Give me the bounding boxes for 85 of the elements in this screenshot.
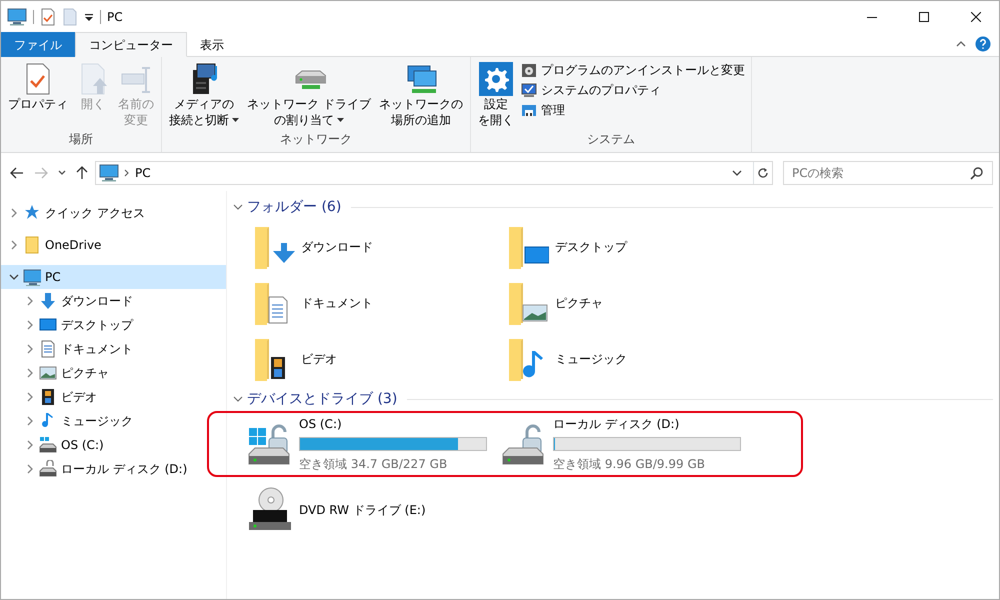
tree-item[interactable]: ビデオ <box>1 385 226 409</box>
back-arrow-icon <box>10 167 24 179</box>
tree-item[interactable]: ミュージック <box>1 409 226 433</box>
chevron-right-icon[interactable] <box>9 240 19 250</box>
chevron-right-icon[interactable] <box>25 416 35 426</box>
tree-item[interactable]: ピクチャ <box>1 361 226 385</box>
document-icon <box>39 340 57 358</box>
up-arrow-icon <box>76 166 88 180</box>
ribbon-tab[interactable]: コンピューター <box>75 32 187 57</box>
drive-name: ローカル ディスク (D:) <box>553 416 680 433</box>
section-header[interactable]: フォルダー (6) <box>247 196 342 218</box>
chevron-down-icon[interactable] <box>732 169 742 177</box>
group-label: ネットワーク <box>278 131 353 148</box>
chevron-right-icon[interactable] <box>25 296 35 306</box>
chevron-right-icon[interactable] <box>25 344 35 354</box>
ribbon-button[interactable]: メディアの 接続と切断 <box>166 60 242 130</box>
help-icon[interactable] <box>975 36 991 52</box>
tree-item[interactable]: デスクトップ <box>1 313 226 337</box>
drive-item[interactable]: DVD RW ドライブ (E:) <box>247 479 501 541</box>
ribbon-button[interactable]: ネットワーク ドライブ の割り当て <box>244 60 374 130</box>
group-label: システム <box>586 131 636 148</box>
system-properties-icon <box>520 82 537 98</box>
tree-item[interactable]: PC <box>1 265 226 289</box>
free-space-text: 空き領域 9.96 GB/9.99 GB <box>553 456 706 473</box>
settings-icon <box>478 62 513 96</box>
free-space-text: 空き領域 34.7 GB/227 GB <box>299 456 448 473</box>
search-box[interactable]: PCの検索 <box>783 161 993 185</box>
tree-item[interactable]: ダウンロード <box>1 289 226 313</box>
close-icon <box>971 12 981 22</box>
address-field[interactable]: PC <box>95 161 773 185</box>
picture-icon <box>39 364 57 382</box>
search-icon <box>970 166 984 180</box>
chevron-down-icon[interactable] <box>233 394 243 404</box>
properties-icon[interactable] <box>40 8 56 26</box>
drive-item[interactable]: OS (C:) 空き領域 34.7 GB/227 GB <box>247 413 501 475</box>
uninstall-icon <box>520 62 537 78</box>
breadcrumb-item[interactable]: PC <box>135 164 151 182</box>
chevron-right-icon[interactable] <box>9 208 19 218</box>
ribbon-button[interactable]: 設定 を開く <box>474 60 517 130</box>
tree-item[interactable]: ドキュメント <box>1 337 226 361</box>
tree-item[interactable]: OS (C:) <box>1 433 226 457</box>
folder-item[interactable]: ミュージック <box>505 331 759 387</box>
chevron-right-icon <box>124 169 130 177</box>
drive-icon <box>39 436 57 454</box>
tree-item[interactable]: クイック アクセス <box>1 201 226 225</box>
forward-arrow-icon <box>34 167 48 179</box>
ribbon-tab[interactable]: 表示 <box>187 32 237 57</box>
group-label: 場所 <box>68 131 94 148</box>
chevron-down-icon[interactable] <box>233 202 243 212</box>
folder-item[interactable]: ピクチャ <box>505 275 759 331</box>
tree-item[interactable]: ローカル ディスク (D:) <box>1 457 226 481</box>
computer-icon <box>23 268 41 286</box>
ribbon-tab[interactable]: ファイル <box>1 32 75 57</box>
folder-item[interactable]: デスクトップ <box>505 219 759 275</box>
download-icon <box>39 292 57 310</box>
chevron-down-icon <box>58 170 66 176</box>
film-icon <box>39 388 57 406</box>
chevron-right-icon[interactable] <box>25 464 35 474</box>
refresh-icon <box>757 167 769 179</box>
chevron-right-icon[interactable] <box>25 368 35 378</box>
ribbon-button[interactable]: ネットワークの 場所の追加 <box>376 60 466 130</box>
drive-name: OS (C:) <box>299 416 343 433</box>
chevron-down-icon[interactable] <box>9 272 19 282</box>
dropdown-icon[interactable] <box>84 12 94 22</box>
chevron-right-icon[interactable] <box>25 440 35 450</box>
computer-icon <box>99 163 119 183</box>
computer-icon <box>7 6 27 26</box>
ribbon-button[interactable]: システムのプロパティ <box>518 80 747 100</box>
folder-item[interactable]: ビデオ <box>251 331 505 387</box>
ribbon-button[interactable]: 管理 <box>518 100 747 120</box>
section-header[interactable]: デバイスとドライブ (3) <box>247 388 398 410</box>
drive-item[interactable]: ローカル ディスク (D:) 空き領域 9.96 GB/9.99 GB <box>501 413 755 475</box>
star-icon <box>23 204 41 222</box>
chevron-right-icon[interactable] <box>25 392 35 402</box>
maximize-icon <box>919 12 929 22</box>
tree-item[interactable]: OneDrive <box>1 233 226 257</box>
ribbon-button[interactable]: プログラムのアンインストールと変更 <box>518 60 747 80</box>
drive-icon <box>39 460 57 478</box>
folder-icon <box>23 236 41 254</box>
window-title: PC <box>107 8 123 26</box>
ribbon-button[interactable]: プロパティ <box>5 60 71 130</box>
folder-item[interactable]: ドキュメント <box>251 275 505 331</box>
chevron-right-icon[interactable] <box>25 320 35 330</box>
folder-item[interactable]: ダウンロード <box>251 219 505 275</box>
manage-icon <box>520 102 537 118</box>
